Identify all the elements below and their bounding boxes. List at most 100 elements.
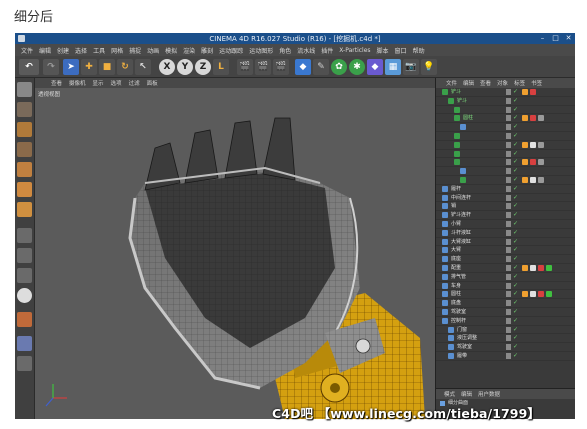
y-axis-icon[interactable]: Y <box>177 59 193 75</box>
om-menu-bookmarks[interactable]: 书签 <box>531 79 542 87</box>
object-name[interactable]: 排气管 <box>451 273 466 281</box>
menu-item-help[interactable]: 帮助 <box>413 46 425 55</box>
object-tree-row[interactable]: 履带 ✓ <box>436 352 575 361</box>
edges-mode-icon[interactable] <box>17 182 32 197</box>
menu-item-snap[interactable]: 捕捉 <box>129 46 141 55</box>
object-tree-row[interactable]: 控制杆 ✓ <box>436 317 575 326</box>
visibility-dots-icon[interactable] <box>506 229 511 236</box>
om-menu-tags[interactable]: 标签 <box>514 79 525 87</box>
om-menu-objects[interactable]: 对象 <box>497 79 508 87</box>
visibility-dots-icon[interactable] <box>506 185 511 192</box>
redo-icon[interactable]: ↷ <box>43 59 59 75</box>
object-tree-row[interactable]: 斗杆液缸 ✓ <box>436 229 575 238</box>
menu-item-motion-tracker[interactable]: 运动跟踪 <box>219 46 243 55</box>
scale-tool-icon[interactable]: ■ <box>99 59 115 75</box>
object-tag-icon[interactable] <box>538 159 544 166</box>
coordinate-system-icon[interactable]: L <box>213 59 229 75</box>
planar-workplane-icon[interactable] <box>17 336 32 351</box>
visibility-dots-icon[interactable] <box>506 168 511 175</box>
object-tree-row[interactable]: 排气管 ✓ <box>436 273 575 282</box>
visibility-dots-icon[interactable] <box>506 247 511 254</box>
object-tree-row[interactable]: ✓ <box>436 150 575 159</box>
minimize-icon[interactable]: – <box>538 34 547 42</box>
object-tag-icon[interactable] <box>546 264 552 271</box>
object-name[interactable]: 履杆 <box>451 185 461 193</box>
visibility-dots-icon[interactable] <box>506 308 511 315</box>
enabled-check-icon[interactable]: ✓ <box>513 282 518 290</box>
object-name[interactable]: 大臂液缸 <box>451 238 471 246</box>
object-tree-row[interactable]: 中间连杆 ✓ <box>436 194 575 203</box>
object-tree-row[interactable]: 履杆 ✓ <box>436 185 575 194</box>
enabled-check-icon[interactable]: ✓ <box>513 273 518 281</box>
menu-item-render[interactable]: 渲染 <box>183 46 195 55</box>
object-name[interactable]: 铲斗 <box>457 97 467 105</box>
enabled-check-icon[interactable]: ✓ <box>513 334 518 342</box>
visibility-dots-icon[interactable] <box>506 132 511 139</box>
object-tag-icon[interactable] <box>530 115 536 122</box>
visibility-dots-icon[interactable] <box>506 282 511 289</box>
object-tree-row[interactable]: 大臂 ✓ <box>436 246 575 256</box>
object-name[interactable]: 控制杆 <box>451 317 466 325</box>
object-tree-row[interactable]: ✓ <box>436 106 575 115</box>
object-tree-row[interactable]: 铲斗 ✓ <box>436 97 575 106</box>
object-tree-row[interactable]: ✓ <box>436 141 575 150</box>
enabled-check-icon[interactable]: ✓ <box>513 229 518 237</box>
enabled-check-icon[interactable]: ✓ <box>513 141 518 149</box>
object-tree-row[interactable]: 底座 ✓ <box>436 255 575 264</box>
enabled-check-icon[interactable]: ✓ <box>513 194 518 202</box>
om-menu-edit[interactable]: 编辑 <box>463 79 474 87</box>
object-tree-row[interactable]: 铲斗 ✓ <box>436 88 575 97</box>
object-tag-icon[interactable] <box>546 291 552 298</box>
menu-item-select[interactable]: 选择 <box>75 46 87 55</box>
model-mode-icon[interactable] <box>17 102 32 117</box>
menu-item-character[interactable]: 角色 <box>279 46 291 55</box>
enabled-check-icon[interactable]: ✓ <box>513 299 518 307</box>
subdivision-surface-icon[interactable]: ✿ <box>331 59 347 75</box>
object-name[interactable]: 配重 <box>451 264 461 272</box>
enabled-check-icon[interactable]: ✓ <box>513 88 518 96</box>
viewport-menu-display[interactable]: 显示 <box>93 79 104 87</box>
visibility-dots-icon[interactable] <box>506 106 511 113</box>
menu-item-window[interactable]: 窗口 <box>395 46 407 55</box>
visibility-dots-icon[interactable] <box>506 317 511 324</box>
menu-item-simulate[interactable]: 模拟 <box>165 46 177 55</box>
object-tag-icon[interactable] <box>538 264 544 271</box>
object-tag-icon[interactable] <box>522 89 528 95</box>
object-name[interactable]: 斗杆液缸 <box>451 229 471 237</box>
object-tag-icon[interactable] <box>530 176 536 183</box>
object-tag-icon[interactable] <box>538 291 544 298</box>
object-tag-icon[interactable] <box>530 291 536 298</box>
visibility-dots-icon[interactable] <box>506 352 511 359</box>
menu-item-create[interactable]: 创建 <box>57 46 69 55</box>
enabled-check-icon[interactable]: ✓ <box>513 352 518 360</box>
menu-item-sculpt[interactable]: 雕刻 <box>201 46 213 55</box>
visibility-dots-icon[interactable] <box>506 176 511 183</box>
visibility-dots-icon[interactable] <box>506 97 511 104</box>
object-name[interactable]: 圆柱 <box>451 290 461 298</box>
menu-item-mesh[interactable]: 网格 <box>111 46 123 55</box>
am-menu-mode[interactable]: 模式 <box>444 390 455 398</box>
light-icon[interactable]: 💡 <box>421 59 437 75</box>
render-picture-viewer-icon[interactable]: 🎬 <box>255 59 271 75</box>
object-name[interactable]: 驾驶室 <box>451 308 466 316</box>
viewport-menu-panel[interactable]: 面板 <box>147 79 158 87</box>
object-tree-row[interactable]: 小臂 ✓ <box>436 220 575 229</box>
object-name[interactable]: 小臂 <box>451 220 461 228</box>
object-tag-icon[interactable] <box>522 291 528 298</box>
visibility-dots-icon[interactable] <box>506 203 511 210</box>
object-name[interactable]: 圆柱 <box>463 114 473 122</box>
visibility-dots-icon[interactable] <box>506 344 511 351</box>
object-name[interactable]: 底盘 <box>451 299 461 307</box>
enabled-check-icon[interactable]: ✓ <box>513 343 518 351</box>
enabled-check-icon[interactable]: ✓ <box>513 106 518 114</box>
object-name[interactable]: 液压调整 <box>457 334 477 342</box>
enabled-check-icon[interactable]: ✓ <box>513 290 518 298</box>
object-name[interactable]: 驾驶室 <box>457 343 472 351</box>
tweak-mode-icon[interactable] <box>17 248 32 263</box>
x-axis-icon[interactable]: X <box>159 59 175 75</box>
object-tag-icon[interactable] <box>530 89 536 95</box>
axis-mode-icon[interactable] <box>17 228 32 243</box>
om-menu-file[interactable]: 文件 <box>446 79 457 87</box>
enabled-check-icon[interactable]: ✓ <box>513 238 518 246</box>
visibility-dots-icon[interactable] <box>506 141 511 148</box>
